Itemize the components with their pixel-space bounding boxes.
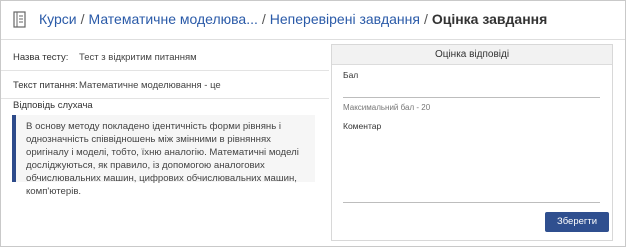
grading-panel-title: Оцінка відповіді [332,45,612,65]
breadcrumb: Курси / Математичне моделюва... / Неперевіре… [39,11,547,27]
student-answer-text: В основу методу покладено ідентичність ф… [12,115,315,197]
page-frame: Курси / Математичне моделюва... / Неперевіре… [0,0,626,247]
page-title: Оцінка завдання [431,11,548,27]
max-score-hint: Максимальний бал - 20 [343,103,431,112]
breadcrumb-separator: / [80,11,85,27]
breadcrumb-unchecked-link[interactable]: Неперевірені завдання [270,11,420,27]
breadcrumb-separator: / [261,11,266,27]
test-name-row: Назва тесту: Тест з відкритим питанням [1,43,329,71]
comment-input-underline [343,202,600,203]
page-header: Курси / Математичне моделюва... / Неперевіре… [1,1,625,40]
test-name-label: Назва тесту: [13,52,69,63]
score-input-underline [343,97,600,98]
comment-input[interactable] [343,133,600,201]
student-answer-label: Відповідь слухача [13,100,93,111]
score-label: Бал [343,70,359,80]
book-icon [13,11,26,28]
comment-label: Коментар [343,121,382,131]
breadcrumb-courses-link[interactable]: Курси [39,11,77,27]
breadcrumb-course-link[interactable]: Математичне моделюва... [89,11,258,27]
save-button[interactable]: Зберегти [545,212,609,232]
question-text-row: Текст питання: Математичне моделювання -… [1,71,329,99]
grading-panel: Оцінка відповіді Бал Максимальний бал - … [331,44,613,241]
score-input[interactable] [343,81,600,97]
test-name-value: Тест з відкритим питанням [79,52,197,63]
question-text-label: Текст питання: [13,80,78,91]
breadcrumb-separator: / [423,11,428,27]
question-text-value: Математичне моделювання - це [79,80,221,91]
